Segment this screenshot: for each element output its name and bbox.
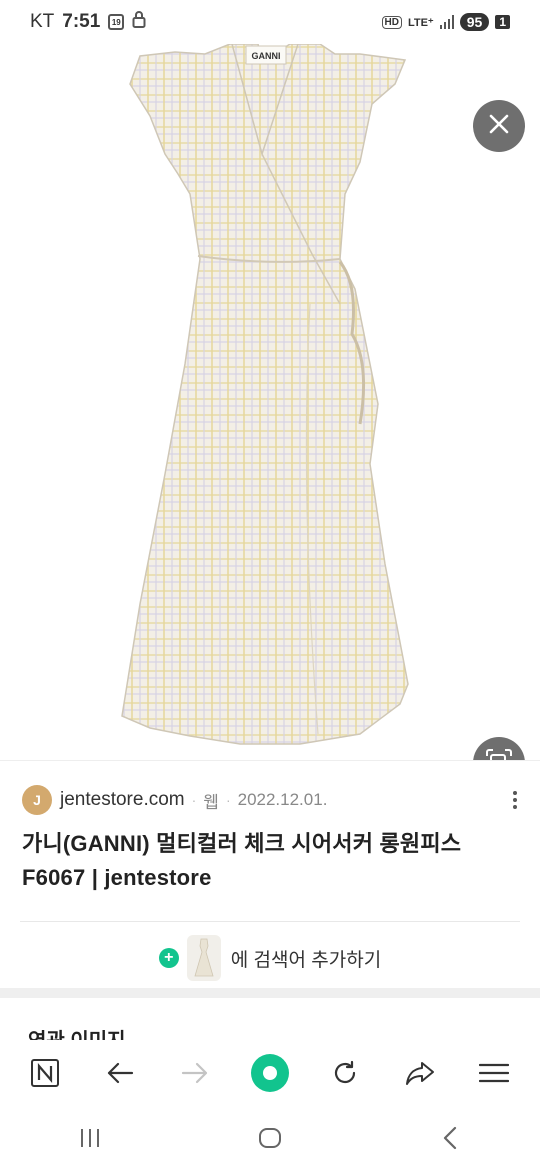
result-info-panel: J jentestore.com · 웹 · 2022.12.01. 가니(GA… [0,760,540,994]
recent-apps-button[interactable] [66,1116,114,1164]
close-icon [488,113,510,140]
sim-indicator: 1 [495,15,510,29]
network-type: LTE⁺ [407,16,434,29]
recent-apps-icon [78,1127,102,1154]
source-row[interactable]: J jentestore.com · 웹 · 2022.12.01. [0,761,540,815]
menu-button[interactable] [470,1051,518,1099]
home-icon [258,1127,282,1154]
source-domain[interactable]: jentestore.com [60,789,185,811]
garment-label: GANNI [252,51,281,61]
reload-button[interactable] [321,1051,369,1099]
menu-icon [479,1062,510,1089]
image-search-icon [484,748,514,760]
status-left: KT 7:51 19 [30,10,146,34]
system-navigation-bar [0,1110,540,1170]
result-title[interactable]: 가니(GANNI) 멀티컬러 체크 시어서커 롱원피스 F6067 | jent… [22,827,518,895]
plus-icon: + [158,948,179,968]
green-dot-button[interactable] [246,1051,294,1099]
back-button[interactable] [96,1051,144,1099]
source-avatar: J [22,785,52,815]
forward-arrow-icon [181,1061,209,1090]
clock: 7:51 [62,11,101,32]
image-viewer[interactable]: GANNI [0,44,540,760]
home-button[interactable] [246,1116,294,1164]
source-type: 웹 [203,792,219,812]
reload-icon [331,1059,359,1092]
green-dot-icon [250,1053,290,1098]
lock-icon [132,10,146,34]
section-divider [0,988,540,998]
add-to-search-label: 에 검색어 추가하기 [230,949,382,971]
separator-dot: · [225,792,231,808]
hd-voice-icon: HD [381,15,402,29]
signal-icon [439,15,454,29]
close-button[interactable] [473,100,525,152]
share-icon [405,1060,435,1091]
source-date: 2022.12.01. [237,790,328,809]
back-arrow-icon [106,1061,134,1090]
dress-image: GANNI [121,44,409,745]
system-back-button[interactable] [426,1116,474,1164]
calendar-icon: 19 [108,14,125,30]
share-button[interactable] [396,1051,444,1099]
status-bar: KT 7:51 19 HD LTE⁺ 95 1 [0,0,540,44]
back-icon [442,1126,458,1155]
status-right: HD LTE⁺ 95 1 [381,13,510,31]
battery-indicator: 95 [459,13,490,31]
dress-thumbnail [186,935,221,981]
naver-home-button[interactable] [21,1051,69,1099]
browser-toolbar [0,1040,540,1110]
add-to-search-button[interactable]: + 에 검색어 추가하기 [0,922,540,994]
more-options-icon[interactable] [510,791,520,809]
naver-home-icon [30,1058,60,1093]
separator-dot: · [191,792,197,808]
carrier-label: KT [30,11,55,32]
forward-button[interactable] [171,1051,219,1099]
